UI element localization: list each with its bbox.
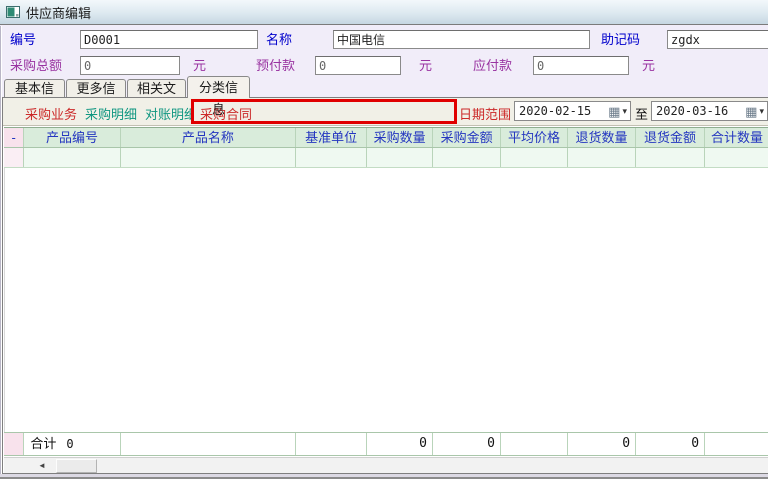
grid-header-avg-price[interactable]: 平均价格 [501,128,568,147]
grid-header-base-unit[interactable]: 基准单位 [296,128,367,147]
tab-category-info[interactable]: 分类信息 [187,76,250,98]
grid-header-total-qty[interactable]: 合计数量 [705,128,768,147]
window-bottom-edge [0,474,768,479]
prepay-input[interactable] [315,56,401,75]
link-reconciliation-detail[interactable]: 对账明细 [145,104,197,123]
prepay-unit: 元 [419,57,432,75]
footer-total-count: 0 [66,437,73,451]
link-purchase-detail[interactable]: 采购明细 [85,104,137,123]
grid-header-product-code[interactable]: 产品编号 [24,128,120,147]
code-label: 编号 [10,31,36,49]
grid-empty-row[interactable] [4,148,768,168]
supplier-edit-window: 供应商编辑 编号 名称 助记码 采购总额 元 预付款 元 应付款 元 基本信息 … [0,0,768,479]
scroll-left-icon[interactable]: ◄ [34,459,50,473]
footer-purchase-amount: 0 [433,433,501,455]
prepay-label: 预付款 [256,57,295,75]
link-purchase-business[interactable]: 采购业务 [25,104,77,123]
footer-avg-price [501,433,568,455]
date-from-field[interactable]: 2020-02-15 ▦ ▾ [514,101,631,121]
name-input[interactable] [333,30,590,49]
link-purchase-contract[interactable]: 采购合同 [200,104,252,123]
mnemonic-input[interactable] [667,30,768,49]
tab-basic-info[interactable]: 基本信息 [4,79,65,98]
name-label: 名称 [266,31,292,49]
date-range-label: 日期范围 [459,104,511,123]
grid-header-row: - 产品编号 产品名称 基准单位 采购数量 采购金额 平均价格 退货数量 退货金… [4,127,768,148]
date-to-value: 2020-03-16 [656,104,745,118]
grid-header-selector[interactable]: - [4,128,24,147]
toolbar: 采购业务 采购明细 对账明细 采购合同 日期范围 2020-02-15 ▦ ▾ … [3,98,768,126]
highlight-box: 采购合同 [191,99,457,124]
between-label: 至 [635,104,648,123]
mnemonic-label: 助记码 [601,31,640,49]
code-input[interactable] [80,30,258,49]
grid-header-product-name[interactable]: 产品名称 [121,128,297,147]
date-to-field[interactable]: 2020-03-16 ▦ ▾ [651,101,768,121]
tab-more-info[interactable]: 更多信息 [66,79,126,98]
horizontal-scrollbar[interactable]: ◄ [4,457,768,473]
calendar-icon[interactable]: ▦ [745,105,757,118]
date-from-value: 2020-02-15 [519,104,608,118]
footer-total-label: 合计 [30,436,56,451]
grid-header-return-amount[interactable]: 退货金额 [636,128,705,147]
footer-return-amount: 0 [636,433,705,455]
purchase-total-unit: 元 [193,57,206,75]
payable-input[interactable] [533,56,629,75]
titlebar: 供应商编辑 [0,0,768,25]
grid-header-purchase-amount[interactable]: 采购金额 [433,128,501,147]
calendar-icon[interactable]: ▦ [608,105,620,118]
payable-label: 应付款 [473,57,512,75]
grid-header-purchase-qty[interactable]: 采购数量 [367,128,433,147]
tab-related-files[interactable]: 相关文件 [127,79,186,98]
payable-unit: 元 [642,57,655,75]
grid-body-empty-area [4,168,768,432]
footer-total-cell: 合计 0 [24,433,120,455]
footer-selector-cell [4,433,24,455]
tab-content-panel: 采购业务 采购明细 对账明细 采购合同 日期范围 2020-02-15 ▦ ▾ … [2,97,768,474]
grid-footer-row: 合计 0 0 0 0 0 [4,432,768,456]
scrollbar-thumb[interactable] [56,459,97,473]
purchase-total-input[interactable] [80,56,180,75]
chevron-down-icon[interactable]: ▾ [621,106,630,117]
chevron-down-icon[interactable]: ▾ [758,106,767,117]
window-title: 供应商编辑 [26,3,91,22]
footer-return-qty: 0 [568,433,636,455]
footer-purchase-qty: 0 [367,433,433,455]
window-icon [6,6,20,18]
purchase-total-label: 采购总额 [10,57,62,75]
grid-header-return-qty[interactable]: 退货数量 [568,128,636,147]
row-selector-cell[interactable] [4,148,24,167]
